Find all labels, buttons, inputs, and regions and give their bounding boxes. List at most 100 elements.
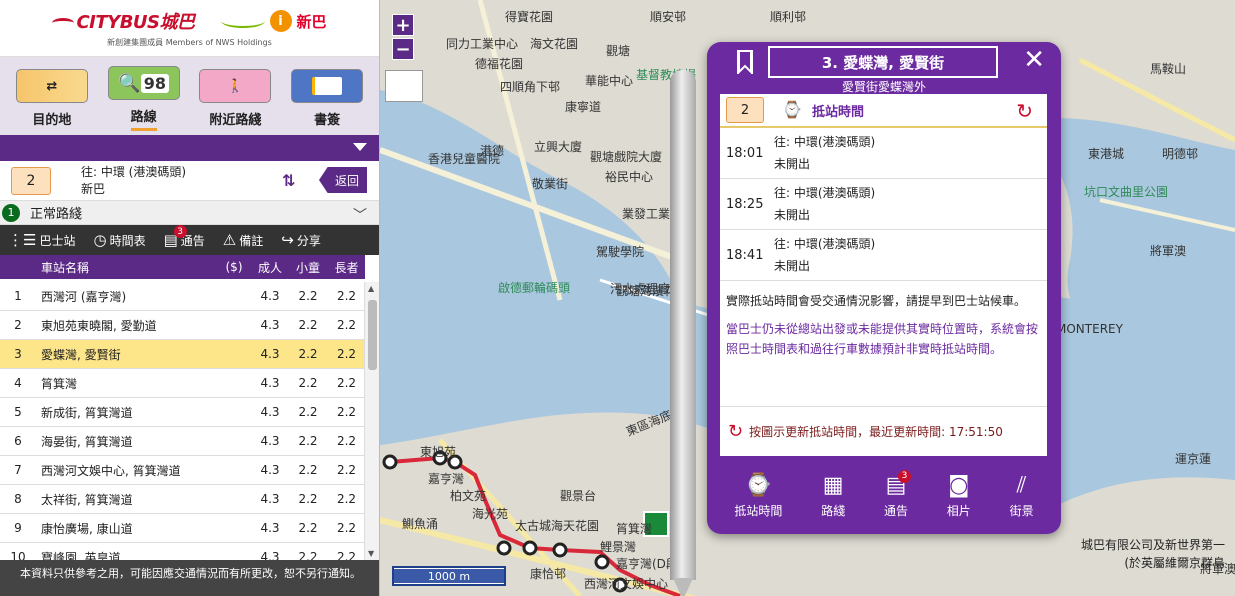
nav-streetview[interactable]: ⫽ 街景: [1010, 472, 1034, 519]
main-tabs: ⇄ 目的地 🔍 98 路線 🚶 附近路綫 書簽: [0, 57, 379, 135]
table-row[interactable]: 7 西灣河文娛中心, 筲箕灣道 4.3 2.2 2.2: [0, 456, 365, 485]
map-label: 康恰邨: [530, 567, 567, 581]
logo-bar: CITYBUS城巴 i 新巴 新創建集團成員 Members of NWS Ho…: [0, 0, 379, 57]
map-label: 將軍澳: [1150, 244, 1187, 258]
disclaimer: 本資料只供參考之用，可能因應交通情況而有所更改，恕不另行通知。: [0, 560, 379, 596]
map-label: 鯉景灣: [600, 540, 637, 554]
route-search-icon: 🔍 98: [107, 66, 180, 100]
clock-icon: ◷: [93, 231, 107, 249]
refresh-icon[interactable]: ↻: [728, 421, 743, 442]
map-label: 四順角下邨: [500, 80, 561, 94]
map-label: 東港城: [1088, 147, 1125, 161]
cell-c: 2.2: [298, 463, 318, 477]
table-row[interactable]: 6 海晏街, 筲箕灣道 4.3 2.2 2.2: [0, 427, 365, 456]
cell-c: 2.2: [298, 492, 318, 506]
table-header: 車站名稱 ($) 成人 小童 長者: [0, 255, 365, 279]
tab-destination[interactable]: ⇄ 目的地: [9, 69, 95, 131]
nav-eta[interactable]: ⌚ 抵站時間: [734, 472, 782, 519]
nearby-walker-icon: 🚶: [199, 69, 272, 103]
table-row[interactable]: 2 東旭苑東曉閣, 愛勤道 4.3 2.2 2.2: [0, 311, 365, 340]
refresh-icon[interactable]: ↻: [1016, 99, 1033, 123]
route-operator: 新巴: [81, 181, 106, 196]
table-row[interactable]: 5 新成街, 筲箕灣道 4.3 2.2 2.2: [0, 398, 365, 427]
nav-route[interactable]: ▦ 路綫: [821, 472, 845, 519]
nav-notice[interactable]: ▤ 3 通告: [884, 469, 911, 519]
route-toolbar: ⋮☰ 巴士站 ◷ 時間表 ▤ 3 通告 ⚠ 備註 ↪ 分享: [0, 225, 379, 255]
stop-list-icon: ⋮☰: [8, 231, 37, 249]
eta-row: 18:41 往: 中環(港澳碼頭) 未開出: [720, 230, 1047, 281]
map-label: 駕駛學院: [596, 245, 645, 259]
table-row[interactable]: 8 太祥街, 筲箕灣道 4.3 2.2 2.2: [0, 485, 365, 514]
grid-icon: ▦: [822, 472, 844, 498]
share-button[interactable]: ↪ 分享: [281, 231, 321, 249]
bookmark-icon[interactable]: [737, 50, 753, 75]
route-info: 2 往: 中環 (港澳碼頭) 新巴 ⇅ 返回: [0, 161, 379, 201]
cell-s: 2.2: [336, 318, 357, 332]
cell-no: 8: [14, 492, 22, 506]
tab-bookmarks[interactable]: 書簽: [284, 69, 370, 131]
eta-disclaimer: 當巴士仍未從總站出發或未能提供其實時位置時，系統會按照巴士時間表和過往行車數據預…: [726, 322, 1039, 356]
scroll-down-icon[interactable]: ▼: [368, 549, 374, 558]
cell-name: 西灣河文娛中心, 筲箕灣道: [41, 463, 181, 478]
stop-list: 1 西灣河 (嘉亨灣) 4.3 2.2 2.2 2 東旭苑東曉閣, 愛勤道 4.3 2.2 2.2…: [0, 282, 365, 572]
nav-photo[interactable]: ◙ 相片: [947, 472, 971, 519]
cell-s: 2.2: [336, 347, 357, 361]
notice-count-badge: 3: [173, 225, 187, 238]
scrollbar[interactable]: ▲ ▼: [364, 282, 379, 560]
stops-button[interactable]: ⋮☰ 巴士站: [8, 231, 75, 249]
cell-name: 東旭苑東曉閣, 愛勤道: [41, 318, 157, 333]
cell-name: 太祥街, 筲箕灣道: [41, 492, 133, 507]
warning-icon: ⚠: [222, 231, 237, 249]
notice-button[interactable]: ▤ 3 通告: [164, 225, 205, 249]
zoom-out-button[interactable]: −: [392, 38, 414, 60]
tab-nearby[interactable]: 🚶 附近路綫: [192, 69, 278, 131]
zoom-in-button[interactable]: +: [392, 14, 414, 36]
close-icon[interactable]: ✕: [1023, 46, 1045, 74]
left-panel: CITYBUS城巴 i 新巴 新創建集團成員 Members of NWS Ho…: [0, 0, 380, 596]
map-label: 啟德郵輪碼頭: [498, 281, 571, 295]
table-row[interactable]: 3 愛蝶灣, 愛賢街 4.3 2.2 2.2: [0, 340, 365, 369]
map-label: 嘉亨灣: [428, 472, 465, 486]
map-label: 康寧道: [565, 100, 602, 114]
camera-icon: ◙: [948, 472, 970, 498]
cell-name: 新成街, 筲箕灣道: [41, 405, 133, 420]
map-label: 西灣河文娛中心: [584, 577, 669, 591]
tab-route[interactable]: 🔍 98 路線: [101, 66, 187, 131]
cell-s: 2.2: [336, 289, 357, 303]
table-row[interactable]: 1 西灣河 (嘉亨灣) 4.3 2.2 2.2: [0, 282, 365, 311]
map-label: MONTEREY: [1056, 322, 1123, 336]
map-layer-toggle[interactable]: [385, 70, 423, 102]
scroll-up-icon[interactable]: ▲: [368, 284, 374, 293]
cell-c: 2.2: [298, 405, 318, 419]
map-label: 觀塘戲院大廈: [590, 150, 663, 164]
table-row[interactable]: 4 筲箕灣 4.3 2.2 2.2: [0, 369, 365, 398]
cell-name: 西灣河 (嘉亨灣): [41, 289, 127, 304]
route-number-badge: 2: [726, 97, 764, 123]
back-button[interactable]: 返回: [319, 167, 367, 193]
route-number-badge: 2: [11, 166, 51, 195]
route-status[interactable]: 1 正常路綫 ﹀: [0, 201, 379, 225]
map-label: 海文花園: [530, 37, 579, 51]
tab-label: 路線: [130, 106, 157, 131]
firstbus-logo: i 新巴: [220, 10, 327, 32]
clock-icon: ⌚: [744, 472, 773, 498]
map-label: 東旭苑: [420, 445, 457, 459]
streetview-icon: ⫽: [1016, 472, 1027, 498]
map-label: 立興大廈: [534, 140, 583, 154]
stop-popup: 3. 愛蝶灣, 愛賢街 ✕ 愛賢街愛蝶灣外 2 ⌚ 抵站時間 ↻ 18:01 往…: [707, 42, 1061, 534]
timetable-button[interactable]: ◷ 時間表: [93, 231, 145, 249]
table-row[interactable]: 9 康怡廣場, 康山道 4.3 2.2 2.2: [0, 514, 365, 543]
location-pin: [670, 70, 696, 596]
collapse-bar[interactable]: [0, 135, 379, 161]
map-label: 海光苑: [472, 507, 509, 521]
swap-direction-icon[interactable]: ⇅: [282, 171, 295, 190]
cell-name: 康怡廣場, 康山道: [41, 521, 133, 536]
map-label: 坑口文曲里公園: [1084, 185, 1169, 199]
cell-no: 7: [14, 463, 22, 477]
route-direction: 往: 中環 (港澳碼頭): [81, 164, 187, 179]
collapse-triangle-icon: [353, 143, 367, 151]
remarks-button[interactable]: ⚠ 備註: [223, 231, 263, 249]
update-status[interactable]: ↻ 按圖示更新抵站時間，最近更新時間: 17:51:50: [720, 406, 1047, 456]
scroll-thumb[interactable]: [368, 300, 377, 370]
map-label: 運京蓮: [1175, 452, 1212, 466]
